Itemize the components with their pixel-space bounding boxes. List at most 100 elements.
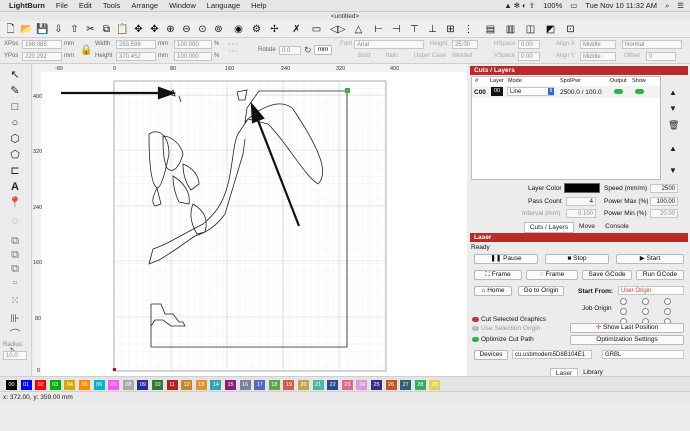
flip-h-icon[interactable]: ◁▷: [330, 23, 345, 36]
upper-case-checkbox[interactable]: Upper Case: [414, 52, 446, 61]
zoom-in-icon[interactable]: ⊕: [164, 23, 177, 36]
origin-radio-tl[interactable]: [620, 298, 627, 305]
delete-layer-icon[interactable]: 🗑: [668, 120, 679, 131]
ypos-field[interactable]: 220.292: [22, 52, 62, 61]
menu-list-icon[interactable]: ☰: [677, 1, 684, 10]
dot-grid-icon[interactable]: ⁙: [8, 294, 22, 308]
xpos-field[interactable]: 198.085: [22, 40, 62, 49]
menu-edit[interactable]: Edit: [79, 1, 92, 10]
width-percent-field[interactable]: 100.000: [174, 40, 212, 49]
origin-radio-tr[interactable]: [664, 298, 671, 305]
align-left-icon[interactable]: ⊢: [372, 23, 385, 36]
trace-icon[interactable]: ✢: [268, 23, 281, 36]
rotate-field[interactable]: 0.0: [279, 46, 301, 55]
start-from-select[interactable]: User Origin: [618, 286, 684, 295]
palette-swatch-09[interactable]: 09: [137, 380, 149, 390]
mode-dropdown-icon[interactable]: ⇕: [548, 88, 554, 95]
welded-checkbox[interactable]: Welded: [452, 52, 472, 61]
copy-along-path-icon[interactable]: ⧉: [8, 234, 22, 248]
palette-swatch-08[interactable]: 08: [122, 380, 134, 390]
pass-count-field[interactable]: 4: [566, 197, 596, 206]
height-percent-field[interactable]: 100.000: [174, 52, 212, 61]
palette-swatch-06[interactable]: 06: [93, 380, 105, 390]
layer-color-swatch[interactable]: [564, 183, 600, 193]
optimization-settings-button[interactable]: Optimization Settings: [570, 335, 684, 345]
align-top-icon[interactable]: ⊤: [408, 23, 421, 36]
palette-swatch-07[interactable]: 07: [108, 380, 120, 390]
paste-icon[interactable]: 📋: [116, 23, 129, 36]
cut-selected-toggle[interactable]: [472, 317, 479, 322]
settings-gear-icon[interactable]: ⚙: [250, 23, 263, 36]
pause-button[interactable]: ❚❚ Pause: [474, 254, 538, 264]
palette-swatch-13[interactable]: 13: [195, 380, 207, 390]
palette-swatch-25[interactable]: 25: [371, 380, 382, 390]
rectangle-icon[interactable]: □: [8, 100, 22, 114]
palette-swatch-01[interactable]: 01: [20, 380, 32, 390]
frame-circle-button[interactable]: ◌ Frame: [526, 270, 578, 280]
text-tool-icon[interactable]: A: [8, 180, 22, 194]
zoom-fit-icon[interactable]: ⊙: [196, 23, 209, 36]
palette-swatch-04[interactable]: 04: [64, 380, 76, 390]
bold-checkbox[interactable]: Bold: [358, 52, 370, 61]
font-select[interactable]: Arial: [354, 40, 424, 49]
layer-up-icon[interactable]: ▲: [669, 144, 677, 153]
palette-swatch-05[interactable]: 05: [79, 380, 90, 390]
palette-swatch-00[interactable]: 00: [6, 380, 17, 390]
grid-array-icon[interactable]: ⊡: [564, 23, 577, 36]
tab-move[interactable]: Move: [574, 222, 600, 231]
menu-help[interactable]: Help: [251, 1, 266, 10]
optimize-toggle[interactable]: [472, 337, 479, 342]
layer-color-chip[interactable]: 00: [491, 87, 503, 96]
distribute-icon[interactable]: ⋮: [462, 23, 475, 36]
move-layer-down-icon[interactable]: ▼: [669, 104, 677, 113]
palette-swatch-24[interactable]: 24: [356, 380, 368, 390]
go-to-origin-button[interactable]: Go to Origin: [518, 286, 564, 296]
edit-nodes-icon[interactable]: ✎: [8, 84, 22, 98]
circular-array-icon[interactable]: ⧉: [8, 262, 22, 276]
palette-swatch-03[interactable]: 03: [49, 380, 61, 390]
palette-swatch-27[interactable]: 27: [400, 380, 412, 390]
speed-field[interactable]: 2500: [650, 184, 678, 193]
polyline-icon[interactable]: ⊏: [8, 164, 22, 178]
palette-swatch-28[interactable]: 28: [414, 380, 426, 390]
draw-lines-icon[interactable]: ⬠: [8, 148, 22, 162]
units-toggle-button[interactable]: mm: [314, 45, 332, 55]
run-gcode-button[interactable]: Run GCode: [636, 270, 684, 280]
corner-round-icon[interactable]: ⌒: [8, 328, 22, 342]
menu-window[interactable]: Window: [169, 1, 196, 10]
interval-field[interactable]: 0.100: [566, 209, 596, 218]
frame-button[interactable]: ⛶ Frame: [474, 270, 522, 280]
app-menu[interactable]: LightBurn: [9, 1, 45, 10]
break-apart-icon[interactable]: ▫: [8, 276, 22, 290]
palette-swatch-21[interactable]: 21: [312, 380, 324, 390]
stop-button[interactable]: ■ Stop: [545, 254, 609, 264]
italic-checkbox[interactable]: Italic: [386, 52, 398, 61]
palette-swatch-29[interactable]: 29: [429, 380, 441, 390]
palette-swatch-12[interactable]: 12: [181, 380, 193, 390]
power-max-field[interactable]: 100.00: [650, 197, 678, 206]
camera-icon[interactable]: ◉: [232, 23, 245, 36]
search-icon[interactable]: ⌕: [665, 1, 669, 11]
design-canvas[interactable]: -80 0 80 160 240 320 400 400 320 240 160…: [33, 64, 467, 376]
save-icon[interactable]: 💾: [36, 23, 49, 36]
palette-swatch-17[interactable]: 17: [254, 380, 266, 390]
zoom-out-icon[interactable]: ⊖: [180, 23, 193, 36]
weld-icon[interactable]: ◫: [524, 23, 537, 36]
anchor-grid-icon[interactable]: ◦◦◦ ◦◦◦: [228, 41, 238, 55]
canvas-svg[interactable]: -80 0 80 160 240 320 400 400 320 240 160…: [33, 64, 467, 376]
copy-icon[interactable]: ⧉: [100, 23, 113, 36]
tab-cuts-layers[interactable]: Cuts / Layers: [524, 222, 574, 233]
show-toggle[interactable]: [635, 89, 644, 94]
rotate-icon[interactable]: ↻: [304, 45, 312, 56]
origin-radio-mr[interactable]: [664, 308, 671, 315]
tools-icon[interactable]: ✗: [290, 23, 303, 36]
menu-tools[interactable]: Tools: [103, 1, 121, 10]
palette-swatch-14[interactable]: 14: [210, 380, 222, 390]
origin-radio-mc[interactable]: [642, 308, 649, 315]
palette-swatch-11[interactable]: 11: [166, 380, 178, 390]
vspace-field[interactable]: 0.00: [518, 52, 540, 61]
height-field[interactable]: 370.452: [116, 52, 156, 61]
menu-language[interactable]: Language: [207, 1, 240, 10]
palette-swatch-26[interactable]: 26: [385, 380, 397, 390]
hspace-field[interactable]: 0.00: [518, 40, 540, 49]
